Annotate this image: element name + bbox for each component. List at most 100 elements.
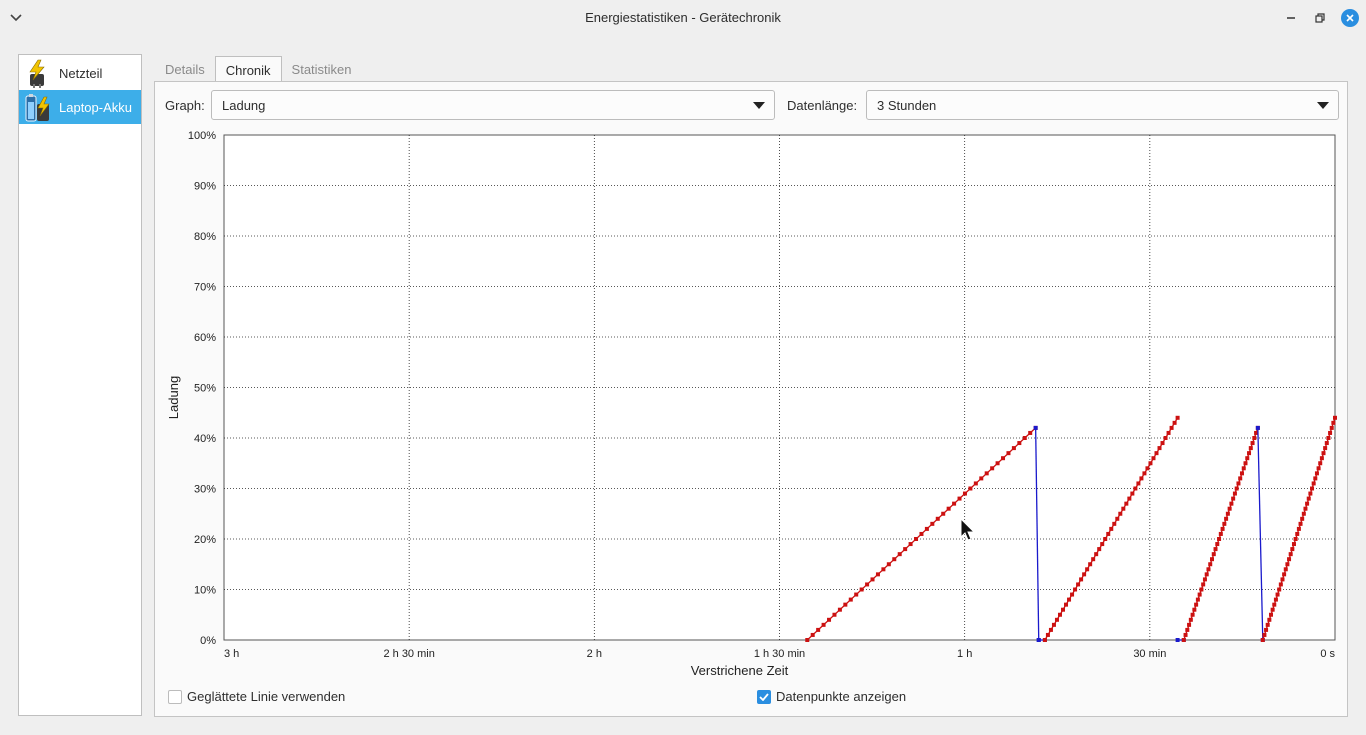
data-point	[1079, 577, 1084, 582]
data-point	[1293, 537, 1298, 541]
data-point	[865, 582, 870, 587]
power-supply-icon	[22, 58, 52, 88]
show-points-label: Datenpunkte anzeigen	[776, 689, 907, 704]
data-point	[1267, 617, 1272, 622]
data-point	[973, 481, 978, 486]
tab-chronik[interactable]: Chronik	[214, 56, 282, 83]
data-point	[843, 602, 848, 607]
data-point	[1326, 436, 1331, 440]
restore-icon[interactable]	[1311, 9, 1329, 27]
length-select[interactable]: 3 Stunden	[866, 90, 1339, 120]
data-point	[1313, 476, 1318, 481]
data-point	[1085, 567, 1090, 572]
data-point	[1045, 632, 1050, 637]
tab-details[interactable]: Details	[155, 56, 215, 82]
data-point	[1163, 436, 1168, 440]
data-point	[1331, 420, 1336, 425]
data-point	[1194, 602, 1199, 607]
data-point	[870, 577, 875, 582]
data-point	[1192, 607, 1197, 612]
check-icon	[757, 689, 771, 704]
data-point	[1280, 577, 1285, 582]
data-point	[957, 496, 962, 501]
data-point	[1296, 526, 1301, 531]
minimize-icon[interactable]	[1282, 9, 1300, 27]
data-point	[1208, 562, 1213, 567]
sidebar-item-laptop-akku[interactable]: Laptop-Akku	[19, 90, 141, 124]
data-point	[1133, 486, 1138, 491]
data-point	[1295, 531, 1300, 536]
y-tick-label: 80%	[194, 231, 216, 243]
data-point	[968, 486, 973, 491]
sidebar-item-netzteil[interactable]: Netzteil	[19, 56, 141, 90]
tab-statistiken[interactable]: Statistiken	[282, 56, 362, 82]
data-point	[1288, 552, 1293, 557]
data-point	[1127, 496, 1132, 501]
data-point	[1057, 612, 1062, 617]
data-point	[1247, 451, 1252, 456]
data-point	[1306, 496, 1311, 501]
data-point	[1142, 471, 1147, 476]
data-point	[1239, 471, 1244, 476]
data-point	[1282, 572, 1287, 577]
tab-bar: Details Chronik Statistiken	[155, 56, 362, 83]
data-point	[1124, 501, 1129, 506]
data-point	[1145, 466, 1150, 471]
data-point	[1232, 491, 1237, 496]
data-point	[1118, 511, 1123, 516]
data-point	[995, 461, 1000, 466]
data-point	[1067, 597, 1072, 602]
data-point	[892, 557, 897, 562]
data-point	[1222, 521, 1227, 526]
data-point	[1217, 537, 1222, 541]
data-point	[1100, 542, 1105, 547]
data-point	[1243, 461, 1248, 466]
data-point	[1308, 491, 1313, 496]
data-point	[1181, 638, 1186, 642]
y-tick-label: 40%	[194, 433, 216, 445]
data-point	[941, 511, 946, 516]
data-point	[1028, 430, 1033, 435]
data-point	[1187, 622, 1192, 627]
data-point	[1136, 481, 1141, 486]
data-point	[1285, 562, 1290, 567]
data-point	[1303, 506, 1308, 511]
data-point	[1091, 557, 1096, 562]
data-point	[1199, 587, 1204, 592]
data-point	[837, 607, 842, 612]
device-list: Netzteil Laptop-Akku	[18, 54, 142, 716]
show-points-checkbox[interactable]: Datenpunkte anzeigen	[757, 689, 906, 704]
graph-select[interactable]: Ladung	[211, 90, 775, 120]
data-point	[952, 501, 957, 506]
data-point	[1268, 612, 1273, 617]
data-point	[827, 617, 832, 622]
data-point	[1106, 531, 1111, 536]
checkbox-box	[168, 689, 182, 704]
data-point	[1211, 552, 1216, 557]
data-point	[1157, 446, 1162, 451]
data-point	[1272, 602, 1277, 607]
data-point	[1275, 592, 1280, 597]
data-point	[1006, 451, 1011, 456]
graph-label: Graph:	[165, 98, 205, 113]
y-tick-label: 90%	[194, 181, 216, 193]
data-point	[1054, 617, 1059, 622]
data-point	[1154, 451, 1159, 456]
data-point	[1197, 592, 1202, 597]
smooth-line-checkbox[interactable]: Geglättete Linie verwenden	[168, 689, 345, 704]
data-point	[1229, 501, 1234, 506]
data-point	[1227, 506, 1232, 511]
y-axis-title: Ladung	[166, 376, 181, 419]
x-tick-label: 1 h	[957, 648, 972, 660]
data-point	[1188, 617, 1193, 622]
data-point	[1300, 516, 1305, 521]
x-axis-title: Verstrichene Zeit	[691, 663, 789, 678]
data-point	[946, 506, 951, 511]
data-point	[1160, 441, 1165, 446]
close-icon[interactable]	[1341, 9, 1359, 27]
data-point	[1166, 430, 1171, 435]
data-point	[1225, 511, 1230, 516]
data-point	[1175, 415, 1180, 420]
x-tick-label: 2 h	[587, 648, 602, 660]
charge-history-chart: 3 h 2 h 30 min 2 h 1 h 30 min 1 h 30 min 0 s 10…	[166, 130, 1337, 678]
